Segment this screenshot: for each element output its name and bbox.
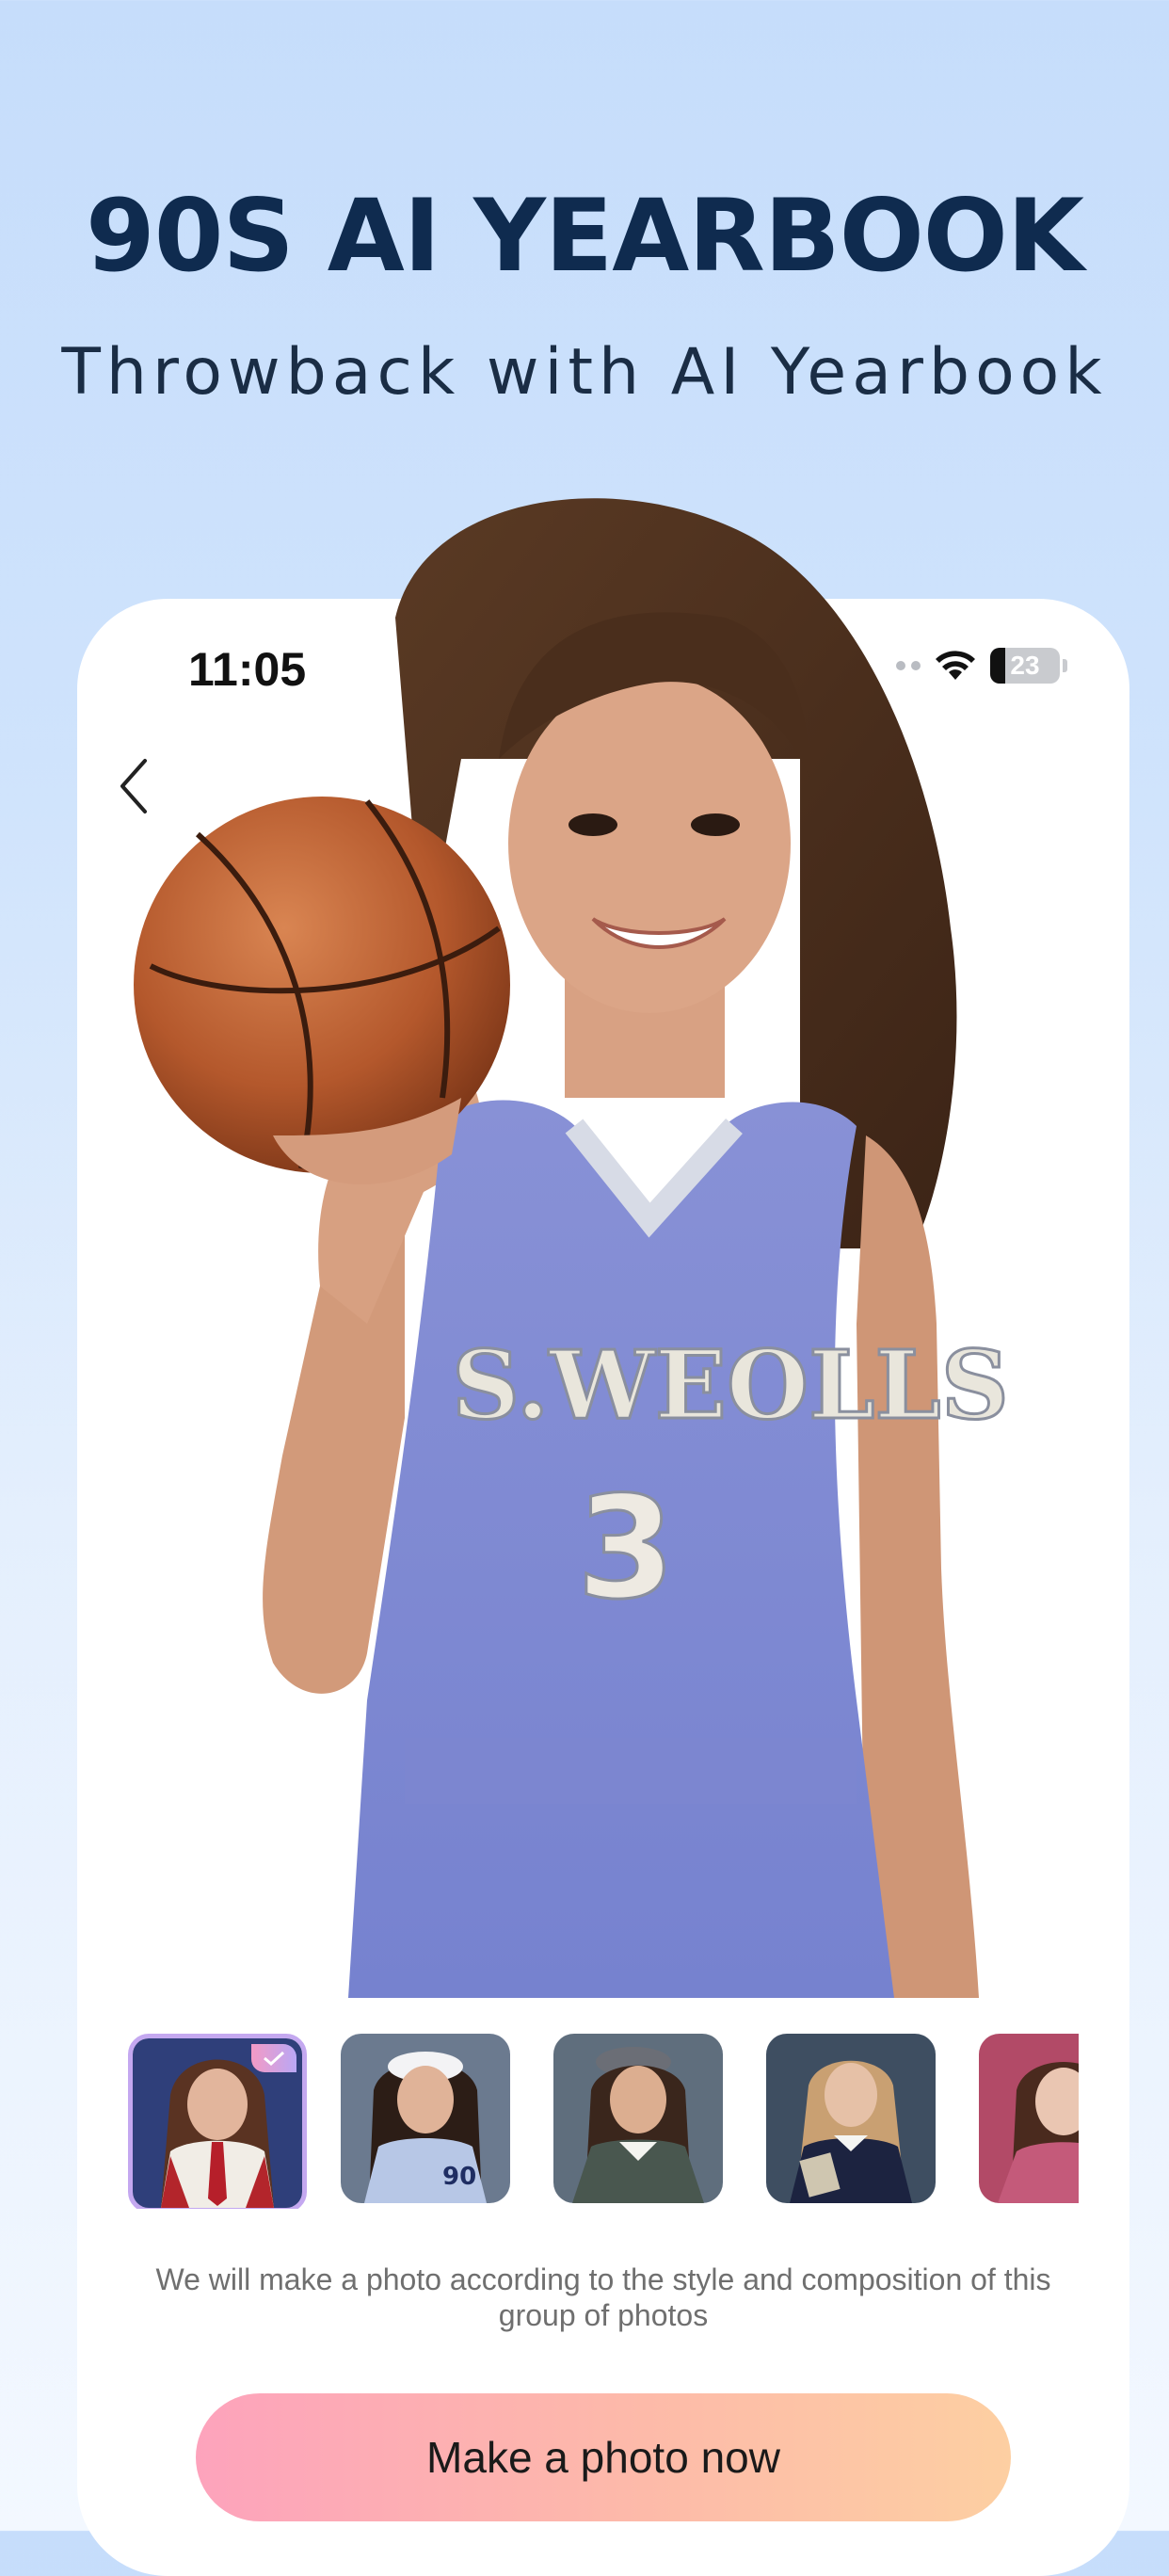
thumbnail-image: [979, 2034, 1079, 2203]
style-hint-text: We will make a photo according to the st…: [155, 2262, 1051, 2332]
thumbnail-style-4[interactable]: [766, 2034, 936, 2203]
thumbnail-style-5[interactable]: [979, 2034, 1079, 2203]
jersey-number: 3: [577, 1467, 675, 1631]
battery-level: 23: [1010, 651, 1040, 680]
thumbnail-image: [766, 2034, 936, 2203]
status-indicators: 23: [896, 648, 1067, 684]
status-time: 11:05: [188, 643, 307, 696]
subject-photo: S.WEOLLS 3: [134, 498, 1010, 1998]
thumbnail-style-1[interactable]: [128, 2034, 307, 2209]
make-photo-button[interactable]: Make a photo now: [196, 2393, 1011, 2521]
jersey-text: S.WEOLLS: [452, 1329, 1009, 1441]
thumbnail-style-2[interactable]: 90: [341, 2034, 510, 2203]
thumbnail-image: 90: [341, 2034, 510, 2203]
style-thumbnail-strip: 90: [128, 2034, 1079, 2209]
hero-title: 90S AI YEARBOOK: [85, 178, 1084, 294]
selected-check-icon: [251, 2044, 296, 2072]
thumbnail-jersey-number: 90: [442, 2163, 476, 2191]
hero-subtitle: Throwback with AI Yearbook: [61, 335, 1108, 410]
wifi-icon: [936, 651, 975, 680]
back-chevron-icon[interactable]: [111, 753, 156, 819]
cellular-signal-icon: [896, 661, 921, 670]
battery-icon: 23: [990, 648, 1067, 684]
thumbnail-style-3[interactable]: [553, 2034, 723, 2203]
thumbnail-image: [553, 2034, 723, 2203]
